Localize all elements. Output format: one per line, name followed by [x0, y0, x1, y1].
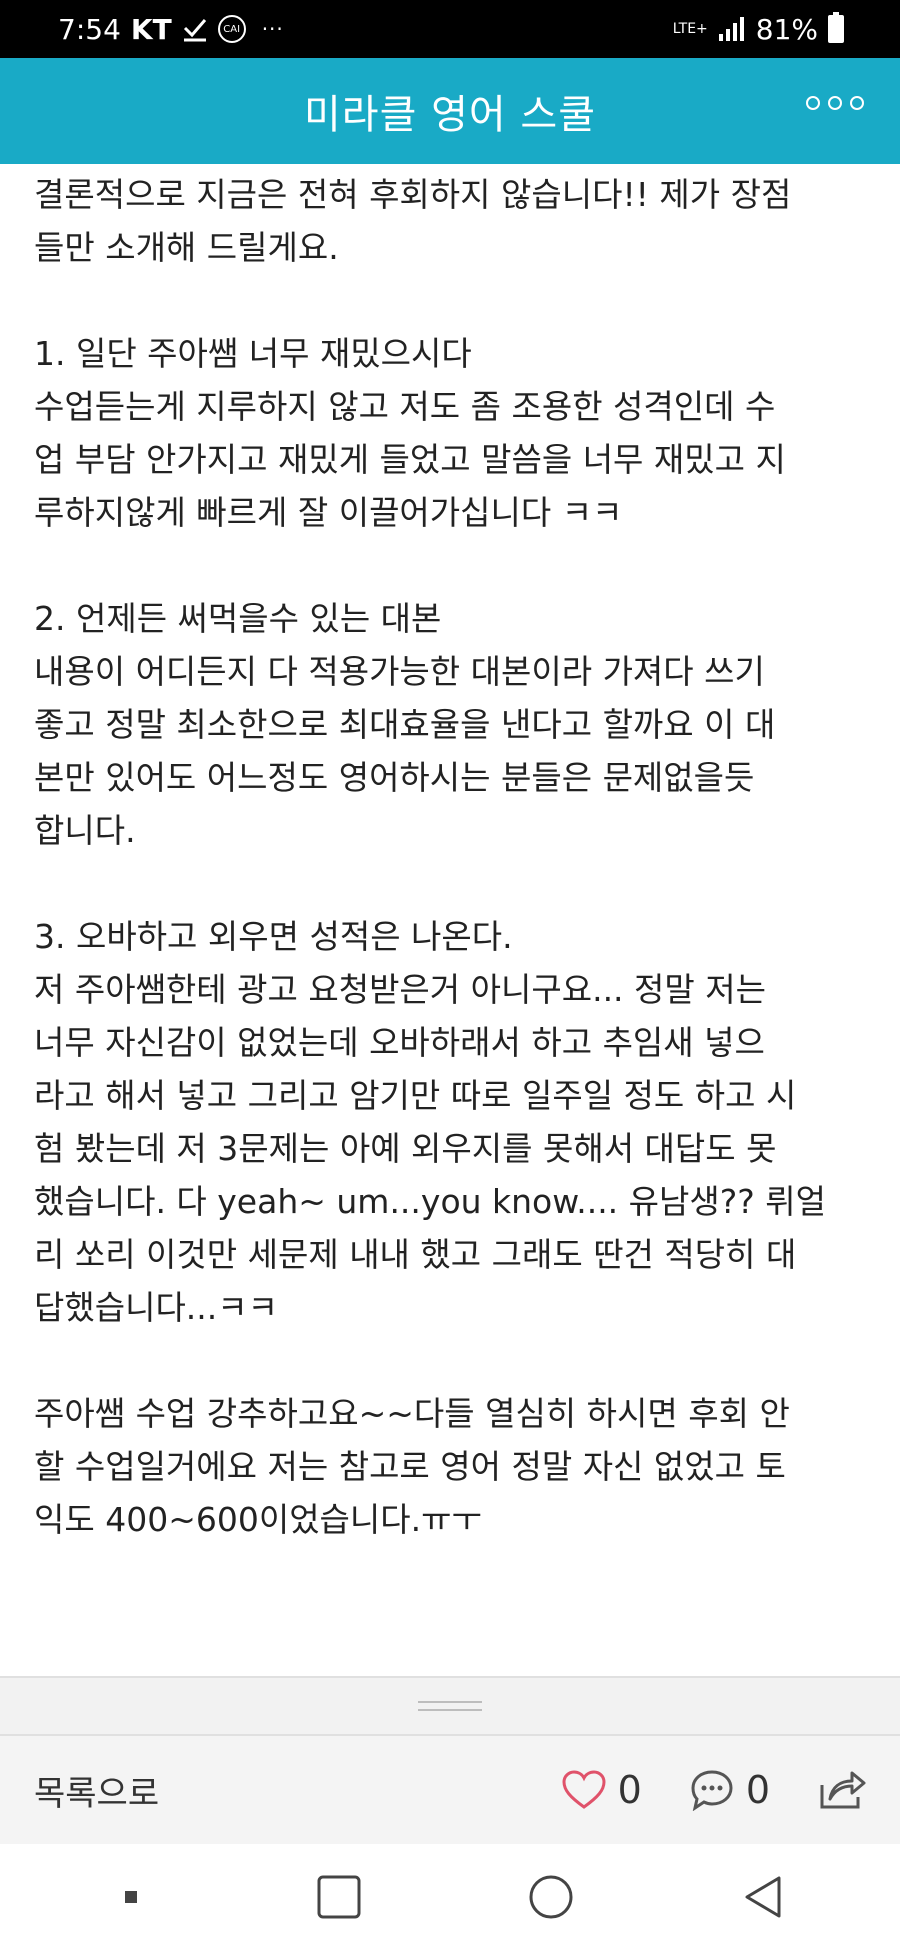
share-button[interactable] — [818, 1769, 866, 1811]
status-time: 7:54 — [58, 12, 121, 46]
comment-icon — [691, 1770, 733, 1811]
post-paragraph: 3. 오바하고 외우면 성적은 나온다. 저 주아쌤한테 광고 요청받은거 아니… — [34, 910, 874, 1334]
post-line: 험 봤는데 저 3문제는 아예 외우지를 못해서 대답도 못 — [34, 1129, 777, 1168]
like-count: 0 — [617, 1768, 642, 1812]
share-icon — [820, 1771, 866, 1809]
post-line: 수업듣는게 지루하지 않고 저도 좀 조용한 성격인데 수 — [34, 387, 776, 426]
app-title: 미라클 영어 스쿨 — [303, 92, 597, 138]
post-paragraph: 2. 언제든 써먹을수 있는 대본 내용이 어디든지 다 적용가능한 대본이라 … — [34, 592, 874, 857]
back-to-list-button[interactable]: 목록으로 — [34, 1766, 514, 1815]
status-bar: 7:54 KT CAI ··· LTE+ 81% — [0, 0, 900, 58]
battery-percent: 81% — [755, 12, 818, 46]
download-check-icon — [183, 19, 206, 42]
post-line: 리 쏘리 이것만 세문제 내내 했고 그래도 딴건 적당히 대 — [34, 1235, 797, 1274]
more-dot — [828, 96, 842, 110]
like-button[interactable]: 0 — [562, 1768, 642, 1812]
post-paragraph: 1. 일단 주아쌤 너무 재밌으시다 수업듣는게 지루하지 않고 저도 좀 조용… — [34, 327, 874, 539]
status-left: 7:54 KT CAI ··· — [58, 13, 284, 46]
post-line: 좋고 정말 최소한으로 최대효율을 낸다고 할까요 이 대 — [34, 705, 776, 744]
home-icon[interactable] — [526, 1872, 576, 1922]
post-paragraph: 결론적으로 지금은 전혀 후회하지 않습니다!! 제가 장점 들만 소개해 드릴… — [34, 168, 874, 274]
cai-icon: CAI — [217, 15, 246, 43]
heart-icon — [562, 1770, 606, 1809]
more-options-icon[interactable] — [806, 96, 864, 110]
post-line: 들만 소개해 드릴게요. — [34, 228, 339, 267]
more-dot — [806, 96, 820, 110]
post-line: 익도 400~600이었습니다.ㅠㅜ — [34, 1500, 482, 1539]
post-line: 주아쌤 수업 강추하고요~~다들 열심히 하시면 후회 안 — [34, 1394, 790, 1433]
back-icon[interactable] — [739, 1872, 789, 1922]
status-carrier: KT — [130, 12, 172, 46]
post-line: 저 주아쌤한테 광고 요청받은거 아니구요... 정말 저는 — [34, 970, 766, 1009]
status-more-icon: ··· — [261, 17, 284, 41]
drag-handle-icon — [418, 1701, 482, 1711]
comment-count: 0 — [745, 1768, 770, 1812]
post-line: 합니다. — [34, 811, 136, 850]
bottom-action-bar: 목록으로 0 0 — [0, 1736, 900, 1844]
post-line: 3. 오바하고 외우면 성적은 나온다. — [34, 917, 513, 956]
post-line: 내용이 어디든지 다 적용가능한 대본이라 가져다 쓰기 — [34, 652, 765, 691]
post-line: 본만 있어도 어느정도 영어하시는 분들은 문제없을듯 — [34, 758, 755, 797]
post-content: 결론적으로 지금은 전혀 후회하지 않습니다!! 제가 장점 들만 소개해 드릴… — [34, 168, 874, 1599]
post-line: 1. 일단 주아쌤 너무 재밌으시다 — [34, 334, 472, 373]
post-line: 2. 언제든 써먹을수 있는 대본 — [34, 599, 442, 638]
recent-apps-icon[interactable] — [314, 1872, 364, 1922]
more-dot — [850, 96, 864, 110]
notification-dot-icon[interactable] — [111, 1877, 151, 1917]
post-line: 업 부담 안가지고 재밌게 들었고 말씀을 너무 재밌고 지 — [34, 440, 786, 479]
post-paragraph: 주아쌤 수업 강추하고요~~다들 열심히 하시면 후회 안 할 수업일거에요 저… — [34, 1387, 874, 1546]
status-right: LTE+ 81% — [672, 12, 844, 46]
system-nav-bar — [0, 1844, 900, 1950]
post-line: 답했습니다...ㅋㅋ — [34, 1288, 278, 1327]
panel-drag-handle[interactable] — [0, 1676, 900, 1736]
comment-button[interactable]: 0 — [690, 1768, 770, 1812]
signal-icon — [718, 17, 744, 41]
post-line: 너무 자신감이 없었는데 오바하래서 하고 추임새 넣으 — [34, 1023, 765, 1062]
post-line: 할 수업일거에요 저는 참고로 영어 정말 자신 없었고 토 — [34, 1447, 786, 1486]
post-line: 라고 해서 넣고 그리고 암기만 따로 일주일 정도 하고 시 — [34, 1076, 797, 1115]
network-type: LTE+ — [672, 21, 708, 37]
post-line: 했습니다. 다 yeah~ um...you know.... 유남생?? 뤼얼 — [34, 1182, 826, 1221]
post-line: 결론적으로 지금은 전혀 후회하지 않습니다!! 제가 장점 — [34, 175, 792, 214]
battery-icon — [828, 12, 844, 43]
app-bar: 미라클 영어 스쿨 — [0, 58, 900, 164]
post-line: 루하지않게 빠르게 잘 이끌어가십니다 ㅋㅋ — [34, 493, 623, 532]
